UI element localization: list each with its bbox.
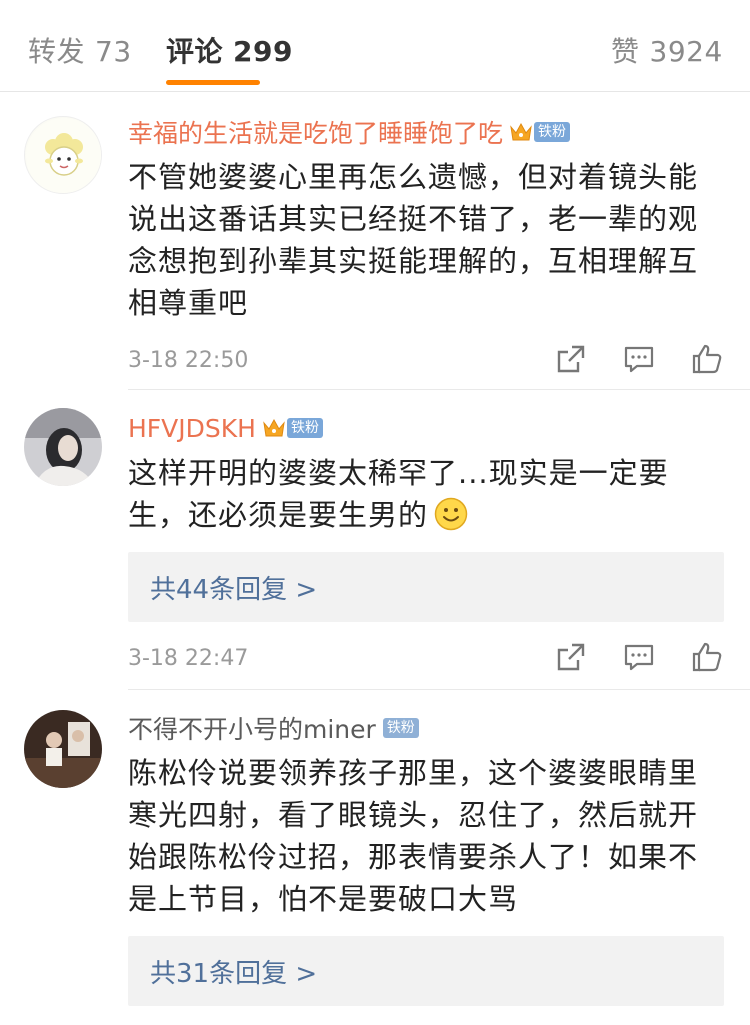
comment-meta: 3-18 22:47 bbox=[128, 640, 724, 680]
comment-body: 幸福的生活就是吃饱了睡睡饱了吃 铁粉 不管她婆婆心里再怎么遗憾，但对着镜头能说出… bbox=[128, 112, 724, 382]
fan-badge: 铁粉 bbox=[286, 418, 323, 438]
comment-text: 这样开明的婆婆太稀罕了...现实是一定要生，还必须是要生男的 bbox=[128, 452, 724, 536]
smile-emoji-icon bbox=[434, 497, 468, 531]
tab-like[interactable]: 赞 3924 bbox=[611, 30, 723, 70]
tab-comment[interactable]: 评论 299 bbox=[166, 30, 293, 70]
share-icon[interactable] bbox=[554, 342, 588, 376]
comment-icon[interactable] bbox=[622, 342, 656, 376]
fan-badge-group: 铁粉 bbox=[509, 121, 571, 143]
avatar[interactable] bbox=[24, 116, 102, 194]
tab-like-count: 3924 bbox=[649, 35, 723, 68]
fan-badge: 铁粉 bbox=[534, 122, 571, 142]
reply-count-link[interactable]: 共31条回复 > bbox=[128, 936, 724, 1006]
fan-badge: 铁粉 bbox=[382, 718, 419, 738]
tab-repost-label: 转发 bbox=[28, 35, 86, 68]
comment-tabs: 转发 73 评论 299 赞 3924 bbox=[0, 0, 750, 92]
avatar[interactable] bbox=[24, 710, 102, 788]
photo-avatar-icon bbox=[24, 710, 102, 788]
comment-header: HFVJDSKH 铁粉 bbox=[128, 408, 724, 448]
comment-meta: 3-18 22:50 bbox=[128, 342, 724, 382]
comment-text: 不管她婆婆心里再怎么遗憾，但对着镜头能说出这番话其实已经挺不错了，老一辈的观念想… bbox=[128, 160, 699, 320]
share-icon[interactable] bbox=[554, 640, 588, 674]
comment-time: 3-18 22:47 bbox=[128, 646, 249, 671]
comment-icon[interactable] bbox=[622, 640, 656, 674]
comment-username[interactable]: 不得不开小号的miner bbox=[128, 710, 376, 746]
comment-header: 不得不开小号的miner 铁粉 bbox=[128, 708, 724, 748]
crown-icon bbox=[263, 418, 285, 437]
thumbs-up-icon[interactable] bbox=[690, 640, 724, 674]
comment-username[interactable]: HFVJDSKH bbox=[128, 414, 256, 443]
comment-username[interactable]: 幸福的生活就是吃饱了睡睡饱了吃 bbox=[128, 114, 503, 150]
comment-body: HFVJDSKH 铁粉 这样开明的婆婆太稀罕了...现实是一定要生，还必须是要生… bbox=[128, 408, 724, 680]
thumbs-up-icon[interactable] bbox=[690, 342, 724, 376]
reply-count-link[interactable]: 共44条回复 > bbox=[128, 552, 724, 622]
comment-divider bbox=[128, 689, 750, 690]
active-tab-indicator bbox=[166, 80, 260, 85]
sheep-avatar-icon bbox=[26, 118, 101, 193]
fan-badge-group: 铁粉 bbox=[262, 417, 323, 439]
fan-badge-group: 铁粉 bbox=[382, 718, 419, 738]
tab-like-label: 赞 bbox=[611, 35, 640, 68]
comment-text-content: 这样开明的婆婆太稀罕了...现实是一定要生，还必须是要生男的 bbox=[128, 456, 669, 532]
tab-repost[interactable]: 转发 73 bbox=[28, 30, 132, 70]
avatar[interactable] bbox=[24, 408, 102, 486]
comment-divider bbox=[128, 389, 750, 390]
comment-body: 不得不开小号的miner 铁粉 陈松伶说要领养孩子那里，这个婆婆眼睛里寒光四射，… bbox=[128, 708, 724, 1006]
comment-text: 陈松伶说要领养孩子那里，这个婆婆眼睛里寒光四射，看了眼镜头，忍住了，然后就开始跟… bbox=[128, 756, 699, 916]
tab-comment-count: 299 bbox=[233, 35, 293, 68]
crown-icon bbox=[510, 122, 532, 141]
tab-comment-label: 评论 bbox=[166, 35, 224, 68]
comment-time: 3-18 22:50 bbox=[128, 348, 249, 373]
comment-header: 幸福的生活就是吃饱了睡睡饱了吃 铁粉 bbox=[128, 112, 724, 152]
tab-repost-count: 73 bbox=[95, 35, 132, 68]
photo-avatar-icon bbox=[24, 408, 102, 486]
